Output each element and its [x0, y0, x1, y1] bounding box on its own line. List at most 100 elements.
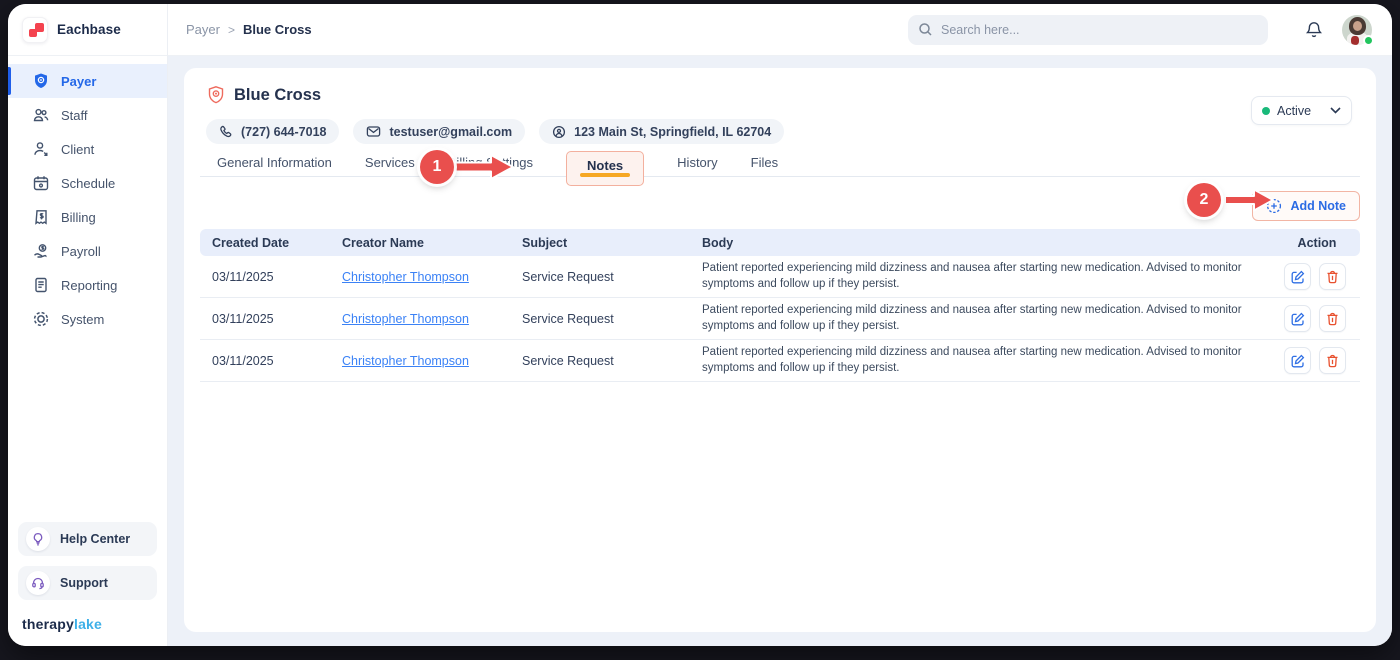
brand-logo: Eachbase	[8, 4, 167, 56]
sidebar-item-label: Payer	[61, 74, 96, 89]
bell-icon	[1304, 20, 1324, 40]
therapylake-logo: therapylake	[8, 610, 167, 646]
breadcrumb-payer-link[interactable]: Payer	[186, 22, 220, 37]
edit-note-button[interactable]	[1284, 347, 1311, 374]
shield-icon	[32, 72, 50, 90]
tab-bar: General Information Services Billing Set…	[200, 152, 1360, 187]
tab-files[interactable]: Files	[751, 152, 778, 170]
sidebar-item-label: Client	[61, 142, 94, 157]
main-area: Payer > Blue Cross	[168, 4, 1392, 646]
chevron-down-icon	[1330, 107, 1341, 114]
edit-note-button[interactable]	[1284, 305, 1311, 332]
creator-name-link[interactable]: Christopher Thompson	[342, 312, 469, 326]
notifications-button[interactable]	[1304, 20, 1324, 40]
breadcrumb-current: Blue Cross	[243, 22, 312, 37]
annotation-step-2-badge: 2	[1187, 183, 1221, 217]
created-date-value: 03/11/2025	[200, 354, 330, 368]
sidebar-item-payroll[interactable]: Payroll	[8, 234, 167, 268]
col-created-date: Created Date	[200, 236, 330, 250]
table-row: 03/11/2025 Christopher Thompson Service …	[200, 256, 1360, 298]
sidebar-item-label: Billing	[61, 210, 96, 225]
creator-name-link[interactable]: Christopher Thompson	[342, 270, 469, 284]
payer-detail-card: Blue Cross Active (727) 644-7018	[184, 68, 1376, 632]
user-avatar[interactable]	[1342, 15, 1372, 45]
tab-services[interactable]: Services	[365, 152, 415, 170]
phone-chip: (727) 644-7018	[206, 119, 339, 144]
gear-icon	[32, 310, 50, 328]
table-row: 03/11/2025 Christopher Thompson Service …	[200, 298, 1360, 340]
sidebar-item-schedule[interactable]: Schedule	[8, 166, 167, 200]
col-body: Body	[690, 236, 1274, 250]
help-center-label: Help Center	[60, 532, 130, 546]
search-bar[interactable]	[908, 15, 1268, 45]
status-dropdown[interactable]: Active	[1251, 96, 1352, 125]
support-button[interactable]: Support	[18, 566, 157, 600]
online-status-dot	[1363, 35, 1374, 46]
notes-table-header: Created Date Creator Name Subject Body A…	[200, 229, 1360, 256]
breadcrumb: Payer > Blue Cross	[186, 22, 312, 37]
search-icon	[918, 22, 933, 37]
phone-icon	[219, 125, 233, 139]
subject-value: Service Request	[510, 270, 690, 284]
report-icon	[32, 276, 50, 294]
people-icon	[32, 106, 50, 124]
subject-value: Service Request	[510, 354, 690, 368]
tab-history[interactable]: History	[677, 152, 717, 170]
email-chip: testuser@gmail.com	[353, 119, 525, 144]
note-body-text: Patient reported experiencing mild dizzi…	[690, 298, 1274, 339]
sidebar-item-client[interactable]: Client	[8, 132, 167, 166]
sidebar-item-reporting[interactable]: Reporting	[8, 268, 167, 302]
tab-notes[interactable]: Notes	[566, 151, 644, 186]
status-value: Active	[1277, 104, 1323, 118]
brand-name: Eachbase	[57, 22, 121, 37]
page-title: Blue Cross	[234, 86, 321, 105]
breadcrumb-separator: >	[228, 23, 235, 37]
mail-icon	[366, 125, 381, 138]
sidebar-item-label: Schedule	[61, 176, 115, 191]
col-creator-name: Creator Name	[330, 236, 510, 250]
tab-general-information[interactable]: General Information	[217, 152, 332, 170]
sidebar-item-label: Payroll	[61, 244, 101, 259]
payer-title-row: Blue Cross	[200, 82, 1360, 108]
topbar: Payer > Blue Cross	[168, 4, 1392, 56]
col-subject: Subject	[510, 236, 690, 250]
address-value: 123 Main St, Springfield, IL 62704	[574, 125, 771, 139]
delete-note-button[interactable]	[1319, 263, 1346, 290]
payer-shield-icon	[206, 85, 226, 105]
delete-note-button[interactable]	[1319, 305, 1346, 332]
sidebar-item-label: System	[61, 312, 104, 327]
sidebar-item-system[interactable]: System	[8, 302, 167, 336]
search-input[interactable]	[941, 23, 1258, 37]
app-window: Eachbase Payer Staff Client	[8, 4, 1392, 646]
sidebar-item-payer[interactable]: Payer	[8, 64, 167, 98]
sidebar-item-billing[interactable]: Billing	[8, 200, 167, 234]
sidebar-item-label: Staff	[61, 108, 88, 123]
support-label: Support	[60, 576, 108, 590]
person-icon	[32, 140, 50, 158]
col-action: Action	[1274, 236, 1360, 250]
content-area: Blue Cross Active (727) 644-7018	[168, 56, 1392, 646]
add-note-label: Add Note	[1290, 199, 1346, 213]
payroll-icon	[32, 242, 50, 260]
delete-note-button[interactable]	[1319, 347, 1346, 374]
table-row: 03/11/2025 Christopher Thompson Service …	[200, 340, 1360, 382]
sidebar-item-staff[interactable]: Staff	[8, 98, 167, 132]
help-center-button[interactable]: Help Center	[18, 522, 157, 556]
edit-note-button[interactable]	[1284, 263, 1311, 290]
created-date-value: 03/11/2025	[200, 270, 330, 284]
sidebar-item-label: Reporting	[61, 278, 117, 293]
receipt-icon	[32, 208, 50, 226]
address-chip: 123 Main St, Springfield, IL 62704	[539, 119, 784, 144]
sidebar: Eachbase Payer Staff Client	[8, 4, 168, 646]
creator-name-link[interactable]: Christopher Thompson	[342, 354, 469, 368]
help-bulb-icon	[26, 527, 50, 551]
email-value: testuser@gmail.com	[389, 125, 512, 139]
calendar-icon	[32, 174, 50, 192]
annotation-arrow-2	[1224, 186, 1276, 214]
annotation-arrow-1	[452, 152, 516, 182]
note-body-text: Patient reported experiencing mild dizzi…	[690, 256, 1274, 297]
created-date-value: 03/11/2025	[200, 312, 330, 326]
brand-logo-icon	[22, 17, 48, 43]
note-body-text: Patient reported experiencing mild dizzi…	[690, 340, 1274, 381]
sidebar-nav: Payer Staff Client Schedule	[8, 64, 167, 336]
